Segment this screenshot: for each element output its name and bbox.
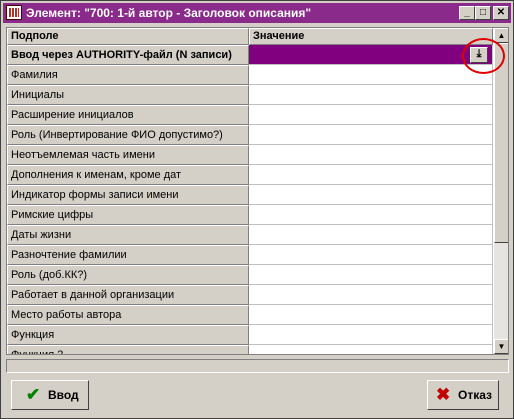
dialog-window: Элемент: "700: 1-й автор - Заголовок опи… bbox=[0, 0, 514, 419]
subfield-cell: Разночтение фамилии bbox=[7, 245, 249, 265]
scroll-up-icon[interactable]: ▲ bbox=[494, 28, 508, 43]
app-icon[interactable] bbox=[6, 5, 22, 20]
close-button[interactable]: ✕ bbox=[493, 6, 509, 20]
value-cell[interactable] bbox=[249, 85, 493, 105]
subfield-cell: Роль (Инвертирование ФИО допустимо?) bbox=[7, 125, 249, 145]
table-row[interactable]: Неотъемлемая часть имени bbox=[7, 145, 493, 165]
subfield-cell: Место работы автора bbox=[7, 305, 249, 325]
scroll-thumb[interactable] bbox=[494, 43, 508, 243]
subfield-cell: Дополнения к именам, кроме дат bbox=[7, 165, 249, 185]
subfield-cell: Ввод через AUTHORITY-файл (N записи) bbox=[7, 45, 249, 65]
title-bar[interactable]: Элемент: "700: 1-й автор - Заголовок опи… bbox=[3, 3, 511, 23]
value-cell[interactable] bbox=[249, 145, 493, 165]
value-cell[interactable] bbox=[249, 285, 493, 305]
table-row[interactable]: Ввод через AUTHORITY-файл (N записи) ⤓ bbox=[7, 45, 493, 65]
subfield-grid: Подполе Значение Ввод через AUTHORITY-фа… bbox=[6, 27, 509, 355]
table-row[interactable]: Роль (Инвертирование ФИО допустимо?) bbox=[7, 125, 493, 145]
value-cell[interactable] bbox=[249, 305, 493, 325]
minimize-button[interactable]: _ bbox=[459, 6, 475, 20]
table-row[interactable]: Функция bbox=[7, 325, 493, 345]
table-row[interactable]: Функция 2 bbox=[7, 345, 493, 354]
value-cell[interactable] bbox=[249, 165, 493, 185]
table-row[interactable]: Расширение инициалов bbox=[7, 105, 493, 125]
value-cell[interactable] bbox=[249, 205, 493, 225]
value-cell[interactable] bbox=[249, 105, 493, 125]
value-cell[interactable] bbox=[249, 265, 493, 285]
value-cell[interactable] bbox=[249, 225, 493, 245]
table-row[interactable]: Даты жизни bbox=[7, 225, 493, 245]
cross-icon: ✖ bbox=[436, 385, 451, 404]
enter-button[interactable]: ✔ Ввод bbox=[11, 380, 89, 410]
cancel-button[interactable]: ✖ Отказ bbox=[427, 380, 499, 410]
value-cell[interactable] bbox=[249, 245, 493, 265]
subfield-cell: Функция 2 bbox=[7, 345, 249, 354]
subfield-cell: Римские цифры bbox=[7, 205, 249, 225]
value-cell[interactable] bbox=[249, 325, 493, 345]
status-bar bbox=[6, 359, 509, 373]
enter-button-label: Ввод bbox=[48, 388, 79, 402]
value-cell[interactable] bbox=[249, 185, 493, 205]
value-cell[interactable] bbox=[249, 125, 493, 145]
maximize-button[interactable]: □ bbox=[475, 6, 491, 20]
value-cell[interactable] bbox=[249, 45, 493, 65]
table-row[interactable]: Римские цифры bbox=[7, 205, 493, 225]
subfield-cell: Неотъемлемая часть имени bbox=[7, 145, 249, 165]
subfield-cell: Фамилия bbox=[7, 65, 249, 85]
subfield-cell: Расширение инициалов bbox=[7, 105, 249, 125]
column-header-subfield[interactable]: Подполе bbox=[7, 28, 249, 45]
column-header-value[interactable]: Значение bbox=[249, 28, 493, 45]
table-row[interactable]: Инициалы bbox=[7, 85, 493, 105]
table-row[interactable]: Разночтение фамилии bbox=[7, 245, 493, 265]
table-row[interactable]: Дополнения к именам, кроме дат bbox=[7, 165, 493, 185]
vertical-scrollbar[interactable]: ▲ ▼ bbox=[494, 28, 508, 354]
subfield-cell: Даты жизни bbox=[7, 225, 249, 245]
table-row[interactable]: Место работы автора bbox=[7, 305, 493, 325]
table-row[interactable]: Фамилия bbox=[7, 65, 493, 85]
table-row[interactable]: Работает в данной организации bbox=[7, 285, 493, 305]
cancel-button-label: Отказ bbox=[458, 388, 493, 402]
subfield-cell: Индикатор формы записи имени bbox=[7, 185, 249, 205]
download-arrow-icon[interactable]: ⤓ bbox=[470, 47, 488, 63]
checkmark-icon: ✔ bbox=[26, 385, 41, 404]
scroll-down-icon[interactable]: ▼ bbox=[494, 339, 508, 354]
subfield-cell: Инициалы bbox=[7, 85, 249, 105]
table-row[interactable]: Роль (доб.КК?) bbox=[7, 265, 493, 285]
window-title: Элемент: "700: 1-й автор - Заголовок опи… bbox=[26, 6, 312, 20]
table-row[interactable]: Индикатор формы записи имени bbox=[7, 185, 493, 205]
value-cell[interactable] bbox=[249, 65, 493, 85]
subfield-cell: Функция bbox=[7, 325, 249, 345]
subfield-cell: Работает в данной организации bbox=[7, 285, 249, 305]
subfield-cell: Роль (доб.КК?) bbox=[7, 265, 249, 285]
value-cell[interactable] bbox=[249, 345, 493, 354]
